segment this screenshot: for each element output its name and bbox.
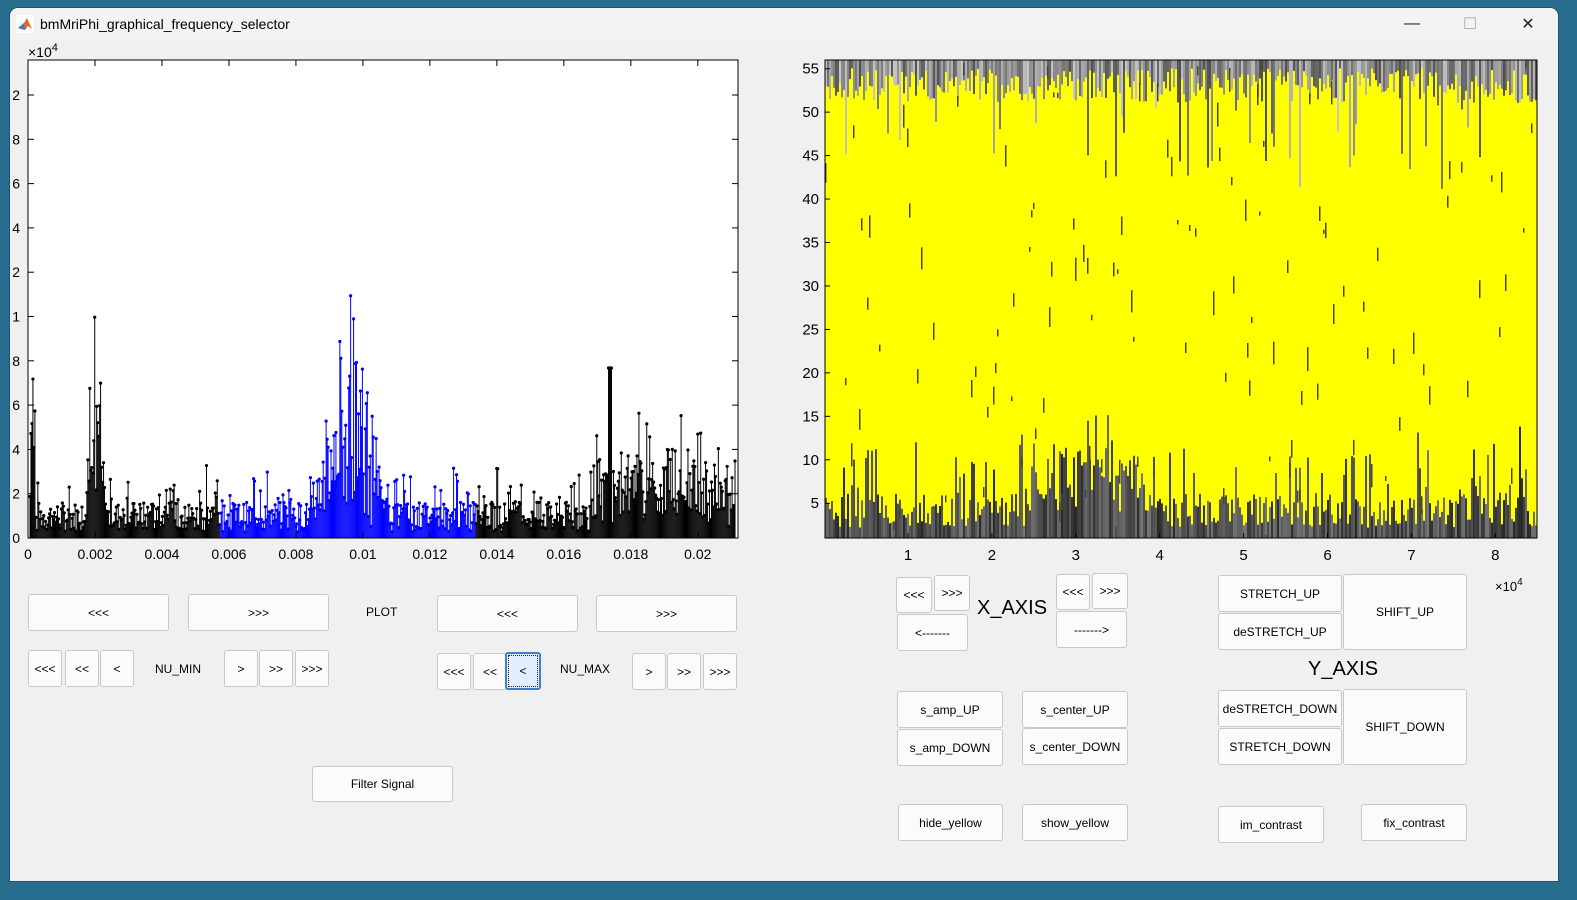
im-contrast-button[interactable]: im_contrast	[1218, 806, 1324, 843]
numin-left-3-button[interactable]: <<<	[28, 650, 62, 687]
destretch-up-button[interactable]: deSTRETCH_UP	[1218, 613, 1342, 650]
minimize-button[interactable]: —	[1383, 8, 1441, 40]
matlab-icon	[16, 15, 34, 33]
y-tick-label: 1	[12, 309, 20, 325]
x-tick-label: 0.004	[144, 546, 179, 562]
numax-right-1-button[interactable]: >	[632, 653, 666, 690]
x-left-faster-button[interactable]: >>>	[934, 575, 970, 611]
y-tick-label: 2	[12, 264, 20, 280]
y-tick-label: 25	[802, 321, 819, 338]
plot-label: PLOT	[366, 605, 398, 619]
frequency-spectrum-plot[interactable]: 0 0.002 0.004 0.006 0.008 0.01 0.012 0.014 0.016…	[10, 40, 770, 580]
y-axis-label: Y_AXIS	[1308, 658, 1379, 680]
s-center-down-button[interactable]: s_center_DOWN	[1022, 728, 1128, 765]
numax-left-2-button[interactable]: <<	[473, 653, 507, 690]
x-exponent-label: ×104	[1495, 577, 1523, 594]
y-tick-label: 6	[12, 176, 20, 192]
x-tick-label: 0.012	[412, 546, 447, 562]
x-tick-label: 7	[1407, 547, 1415, 564]
x-tick-label: 5	[1239, 547, 1247, 564]
shift-down-button[interactable]: SHIFT_DOWN	[1343, 689, 1467, 765]
x-tick-label: 0.01	[349, 546, 376, 562]
maximize-icon: ☐	[1462, 16, 1478, 33]
title-bar: bmMriPhi_graphical_frequency_selector — …	[10, 8, 1558, 40]
x-left-fast-button[interactable]: <<<	[896, 577, 932, 613]
plot-next-button[interactable]: >>>	[188, 594, 329, 631]
destretch-down-button[interactable]: deSTRETCH_DOWN	[1218, 690, 1342, 727]
y-tick-label: 2	[12, 486, 20, 502]
close-button[interactable]: ✕	[1499, 8, 1557, 40]
x-tick-label: 1	[904, 547, 912, 564]
y-tick-label: 20	[802, 365, 819, 382]
y-tick-label: 4	[12, 441, 20, 457]
x-tick-label: 2	[988, 547, 996, 564]
numax-right-3-button[interactable]: >>>	[703, 653, 737, 690]
y-tick-label: 30	[802, 278, 819, 295]
plot-prev-button[interactable]: <<<	[28, 594, 169, 631]
y-tick-label: 15	[802, 408, 819, 425]
x-back-button[interactable]: <-------	[897, 614, 968, 651]
app-window: bmMriPhi_graphical_frequency_selector — …	[10, 8, 1558, 881]
plot2-next-button[interactable]: >>>	[596, 595, 737, 632]
y-tick-label: 8	[12, 131, 20, 147]
shift-up-button[interactable]: SHIFT_UP	[1343, 574, 1467, 650]
x-tick-label: 8	[1491, 547, 1499, 564]
image-plot[interactable]: 510152025303540455055 12345678 ×104	[790, 40, 1558, 600]
numin-left-1-button[interactable]: <	[100, 650, 134, 687]
y-tick-label: 8	[12, 353, 20, 369]
x-right-fast-button[interactable]: <<<	[1056, 574, 1090, 610]
y-tick-label: 6	[12, 397, 20, 413]
plot2-prev-button[interactable]: <<<	[437, 595, 578, 632]
x-tick-label: 0.002	[77, 546, 112, 562]
stretch-up-button[interactable]: STRETCH_UP	[1218, 575, 1342, 612]
x-tick-label: 4	[1156, 547, 1164, 564]
x-tick-label: 0.018	[613, 546, 648, 562]
filter-signal-button[interactable]: Filter Signal	[312, 766, 453, 802]
x-tick-label: 0.02	[684, 546, 711, 562]
numin-right-2-button[interactable]: >>	[259, 650, 293, 687]
y-tick-label: 50	[802, 104, 819, 121]
stretch-down-button[interactable]: STRETCH_DOWN	[1218, 728, 1342, 765]
window-title: bmMriPhi_graphical_frequency_selector	[40, 16, 290, 32]
y-tick-label: 10	[802, 452, 819, 469]
y-tick-label: 4	[12, 220, 20, 236]
x-axis-label: X_AXIS	[977, 597, 1048, 619]
s-amp-down-button[interactable]: s_amp_DOWN	[897, 729, 1003, 766]
s-center-up-button[interactable]: s_center_UP	[1022, 691, 1128, 728]
numin-right-3-button[interactable]: >>>	[295, 650, 329, 687]
x-tick-label: 6	[1323, 547, 1331, 564]
numax-label: NU_MAX	[560, 662, 611, 676]
y-tick-label: 45	[802, 148, 819, 165]
close-icon: ✕	[1521, 16, 1535, 33]
y-tick-label: 55	[802, 61, 819, 78]
x-forward-button[interactable]: ------->	[1056, 611, 1127, 648]
maximize-button[interactable]: ☐	[1441, 8, 1499, 40]
x-tick-label: 0.016	[546, 546, 581, 562]
hide-yellow-button[interactable]: hide_yellow	[898, 804, 1003, 841]
x-tick-label: 3	[1072, 547, 1080, 564]
y-tick-label: 35	[802, 235, 819, 252]
numin-label: NU_MIN	[155, 662, 202, 676]
y-tick-label: 2	[12, 87, 20, 103]
minimize-icon: —	[1404, 15, 1420, 32]
x-tick-label: 0.006	[211, 546, 246, 562]
y-tick-label: 0	[12, 530, 20, 546]
y-tick-label: 40	[802, 191, 819, 208]
s-amp-up-button[interactable]: s_amp_UP	[897, 691, 1003, 728]
numin-left-2-button[interactable]: <<	[65, 650, 99, 687]
y-tick-label: 5	[811, 495, 819, 512]
numax-right-2-button[interactable]: >>	[667, 653, 701, 690]
numin-right-1-button[interactable]: >	[224, 650, 258, 687]
y-exponent-label: ×104	[28, 42, 58, 60]
show-yellow-button[interactable]: show_yellow	[1022, 804, 1128, 841]
x-tick-label: 0.014	[479, 546, 514, 562]
x-right-faster-button[interactable]: >>>	[1092, 573, 1128, 609]
fix-contrast-button[interactable]: fix_contrast	[1361, 804, 1467, 841]
x-tick-label: 0.008	[278, 546, 313, 562]
numax-left-1-button[interactable]: <	[505, 652, 541, 690]
numax-left-3-button[interactable]: <<<	[437, 653, 471, 690]
x-tick-label: 0	[24, 546, 32, 562]
